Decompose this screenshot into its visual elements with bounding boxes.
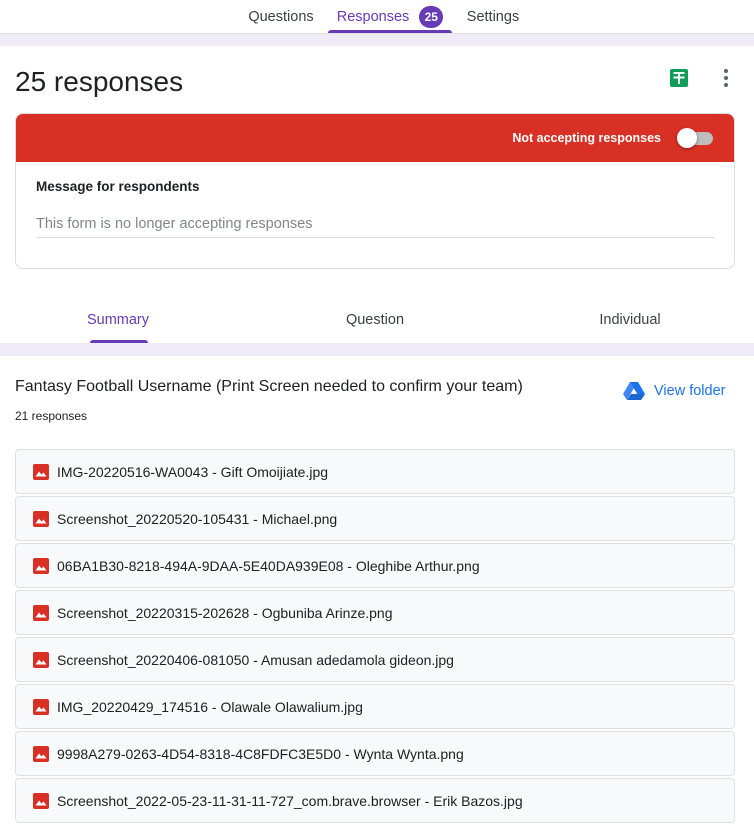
file-item[interactable]: Screenshot_20220520-105431 - Michael.png: [15, 496, 735, 541]
tab-responses[interactable]: Responses 25: [328, 0, 452, 34]
accepting-responses-label: Not accepting responses: [512, 131, 661, 145]
tab-questions[interactable]: Questions: [236, 0, 326, 34]
file-name: IMG_20220429_174516 - Olawale Olawalium.…: [57, 698, 363, 715]
file-name: Screenshot_20220406-081050 - Amusan aded…: [57, 651, 454, 668]
file-name: Screenshot_20220315-202628 - Ogbuniba Ar…: [57, 604, 393, 621]
file-list: IMG-20220516-WA0043 - Gift Omoijiate.jpg…: [15, 449, 735, 824]
accepting-responses-toggle[interactable]: [677, 128, 715, 148]
file-item[interactable]: Screenshot_2022-05-23-11-31-11-727_com.b…: [15, 778, 735, 823]
image-file-icon: [33, 463, 49, 480]
active-subtab-indicator: [90, 340, 148, 343]
image-file-icon: [33, 745, 49, 762]
subtab-question[interactable]: Question: [326, 309, 424, 331]
subtab-summary[interactable]: Summary: [72, 309, 164, 331]
tab-questions-label: Questions: [248, 9, 314, 25]
tab-settings-label: Settings: [466, 9, 520, 25]
file-name: 06BA1B30-8218-494A-9DAA-5E40DA939E08 - O…: [57, 557, 480, 574]
active-tab-indicator: [328, 30, 452, 33]
google-drive-icon: [623, 382, 645, 400]
message-for-respondents-input[interactable]: [36, 210, 714, 238]
question-title: Fantasy Football Username (Print Screen …: [15, 378, 523, 395]
file-item[interactable]: Screenshot_20220406-081050 - Amusan aded…: [15, 637, 735, 682]
subtab-individual[interactable]: Individual: [580, 309, 680, 331]
question-summary-card: Fantasy Football Username (Print Screen …: [0, 356, 754, 824]
accepting-responses-banner: Not accepting responses: [16, 114, 734, 162]
toggle-knob: [677, 128, 697, 148]
image-file-icon: [33, 698, 49, 715]
tab-settings[interactable]: Settings: [456, 0, 530, 34]
file-name: Screenshot_2022-05-23-11-31-11-727_com.b…: [57, 792, 523, 809]
file-name: IMG-20220516-WA0043 - Gift Omoijiate.jpg: [57, 463, 329, 480]
more-vert-icon[interactable]: [716, 66, 736, 90]
message-label: Message for respondents: [36, 179, 200, 194]
google-sheets-icon[interactable]: [669, 68, 689, 88]
file-item[interactable]: IMG-20220516-WA0043 - Gift Omoijiate.jpg: [15, 449, 735, 494]
image-file-icon: [33, 651, 49, 668]
file-name: 9998A279-0263-4D54-8318-4C8FDFC3E5D0 - W…: [57, 745, 464, 762]
image-file-icon: [33, 510, 49, 527]
file-item[interactable]: Screenshot_20220315-202628 - Ogbuniba Ar…: [15, 590, 735, 635]
top-nav: Questions Responses 25 Settings: [0, 0, 754, 34]
view-folder-link[interactable]: View folder: [623, 380, 725, 402]
accepting-responses-panel: Not accepting responses Message for resp…: [15, 113, 735, 269]
file-item[interactable]: 9998A279-0263-4D54-8318-4C8FDFC3E5D0 - W…: [15, 731, 735, 776]
question-response-count: 21 responses: [15, 409, 88, 423]
image-file-icon: [33, 604, 49, 621]
file-item[interactable]: 06BA1B30-8218-494A-9DAA-5E40DA939E08 - O…: [15, 543, 735, 588]
file-item[interactable]: IMG_20220429_174516 - Olawale Olawalium.…: [15, 684, 735, 729]
tab-responses-label: Responses: [336, 9, 410, 25]
file-name: Screenshot_20220520-105431 - Michael.png: [57, 510, 338, 527]
image-file-icon: [33, 792, 49, 809]
image-file-icon: [33, 557, 49, 574]
view-folder-label: View folder: [654, 383, 726, 399]
page-title: 25 responses: [15, 66, 184, 97]
responses-count-badge: 25: [419, 6, 444, 28]
responses-card: 25 responses Not accepting responses Mes…: [0, 46, 754, 343]
